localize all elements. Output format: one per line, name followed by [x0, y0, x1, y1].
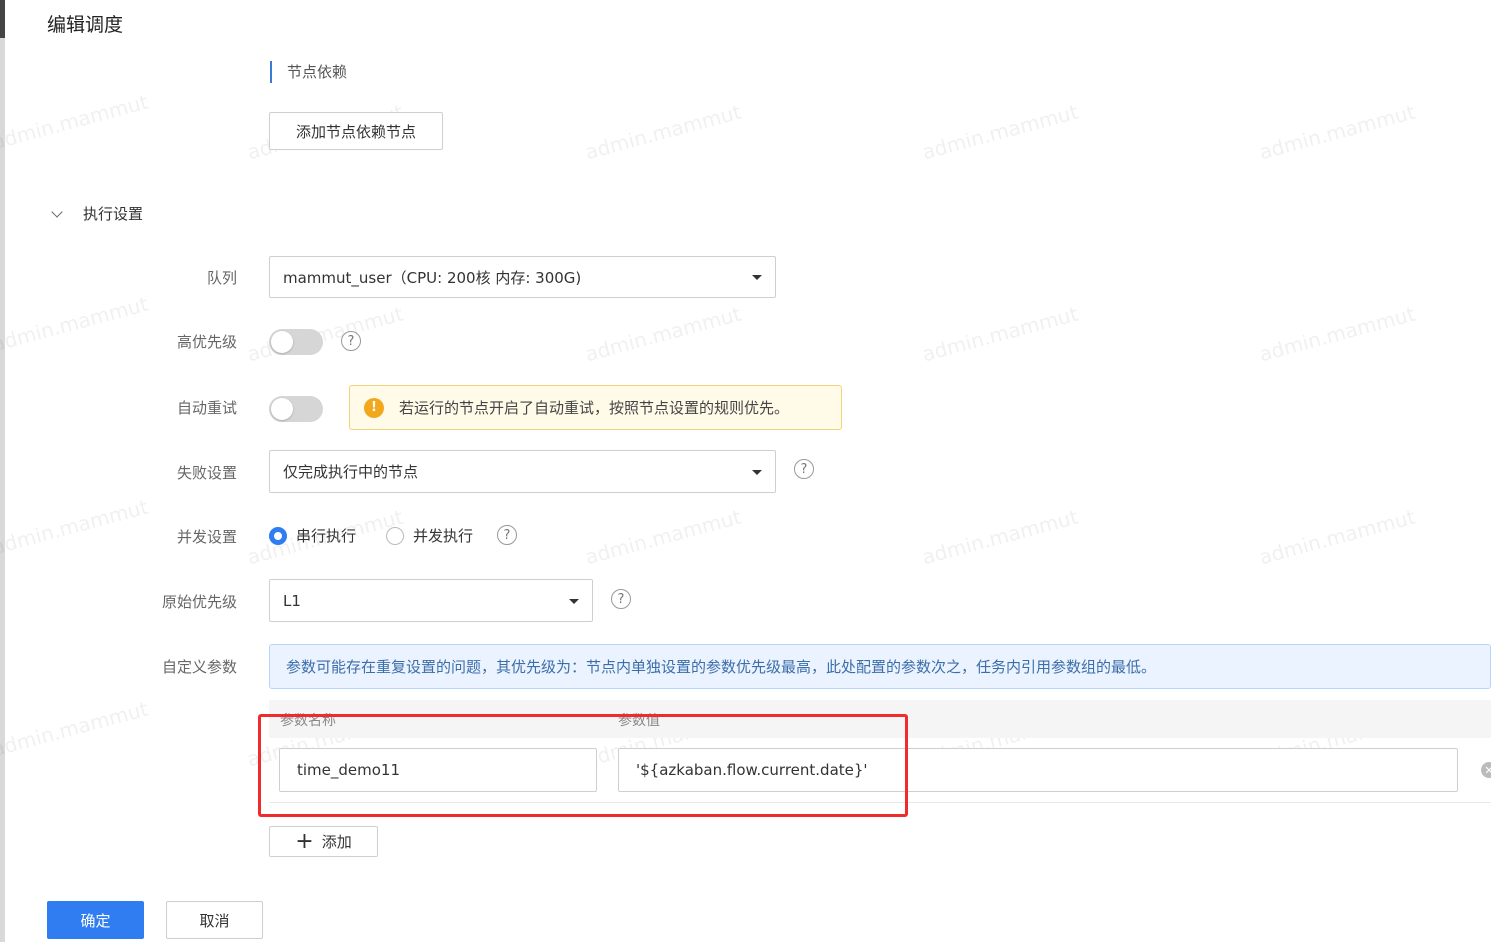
warning-text: 若运行的节点开启了自动重试，按照节点设置的规则优先。 — [399, 399, 790, 417]
auto-retry-label: 自动重试 — [176, 399, 237, 417]
auto-retry-toggle[interactable] — [269, 396, 323, 422]
radio-serial-label: 串行执行 — [296, 527, 357, 545]
exec-section-header[interactable]: 执行设置 — [50, 203, 143, 224]
help-icon[interactable]: ? — [794, 459, 814, 479]
caret-down-icon — [752, 275, 762, 280]
queue-select[interactable]: mammut_user（CPU: 200核 内存: 300G) — [269, 256, 776, 298]
concurrency-label: 并发设置 — [176, 528, 237, 546]
watermark: admin.mammut — [1256, 301, 1418, 367]
help-icon[interactable]: ? — [497, 525, 517, 545]
highlight-box — [258, 714, 908, 817]
watermark: admin.mammut — [919, 504, 1081, 570]
chevron-down-icon — [51, 205, 63, 218]
dialog-title: 编辑调度 — [47, 14, 124, 36]
high-priority-label: 高优先级 — [176, 333, 237, 351]
params-info-alert: 参数可能存在重复设置的问题，其优先级为：节点内单独设置的参数优先级最高，此处配置… — [269, 644, 1491, 689]
add-param-label: 添加 — [321, 833, 352, 851]
orig-priority-label: 原始优先级 — [161, 593, 237, 611]
watermark: admin.mammut — [0, 89, 151, 155]
queue-value: mammut_user（CPU: 200核 内存: 300G) — [283, 268, 582, 287]
radio-parallel-label: 并发执行 — [413, 527, 474, 545]
failure-select[interactable]: 仅完成执行中的节点 — [269, 450, 776, 493]
radio-unchecked-icon — [386, 526, 404, 545]
radio-serial[interactable]: 串行执行 — [269, 525, 356, 546]
edge-block — [0, 0, 5, 38]
exec-section-label: 执行设置 — [83, 205, 144, 223]
toggle-knob — [271, 331, 293, 353]
remove-row-icon[interactable]: ✕ — [1481, 762, 1491, 778]
high-priority-toggle[interactable] — [269, 329, 323, 355]
auto-retry-warning: ! 若运行的节点开启了自动重试，按照节点设置的规则优先。 — [349, 385, 842, 430]
watermark: admin.mammut — [582, 504, 744, 570]
watermark: admin.mammut — [0, 696, 151, 762]
failure-value: 仅完成执行中的节点 — [283, 463, 419, 481]
radio-checked-icon — [269, 526, 287, 545]
caret-down-icon — [569, 598, 579, 604]
orig-priority-value: L1 — [283, 591, 301, 610]
watermark: admin.mammut — [1256, 99, 1418, 165]
orig-priority-select[interactable]: L1 — [269, 579, 593, 622]
caret-down-icon — [752, 469, 762, 475]
watermark: admin.mammut — [919, 301, 1081, 367]
plus-icon: + — [295, 828, 314, 854]
watermark: admin.mammut — [1256, 504, 1418, 570]
confirm-button[interactable]: 确定 — [47, 901, 144, 939]
custom-params-label: 自定义参数 — [161, 658, 237, 676]
watermark: admin.mammut — [582, 301, 744, 367]
warning-icon: ! — [364, 397, 384, 418]
dependency-label: 节点依赖 — [270, 61, 347, 83]
watermark: admin.mammut — [582, 99, 744, 165]
add-dependency-button[interactable]: 添加节点依赖节点 — [269, 112, 443, 150]
watermark: admin.mammut — [244, 301, 406, 367]
watermark: admin.mammut — [919, 99, 1081, 165]
cancel-button[interactable]: 取消 — [166, 901, 263, 939]
add-param-button[interactable]: + 添加 — [269, 826, 378, 857]
failure-label: 失败设置 — [176, 464, 237, 482]
left-edge — [0, 0, 5, 942]
help-icon[interactable]: ? — [341, 331, 361, 351]
toggle-knob — [271, 398, 293, 420]
radio-parallel[interactable]: 并发执行 — [386, 525, 473, 546]
help-icon[interactable]: ? — [611, 589, 631, 609]
info-text: 参数可能存在重复设置的问题，其优先级为：节点内单独设置的参数优先级最高，此处配置… — [286, 658, 1157, 676]
queue-label: 队列 — [206, 269, 237, 287]
